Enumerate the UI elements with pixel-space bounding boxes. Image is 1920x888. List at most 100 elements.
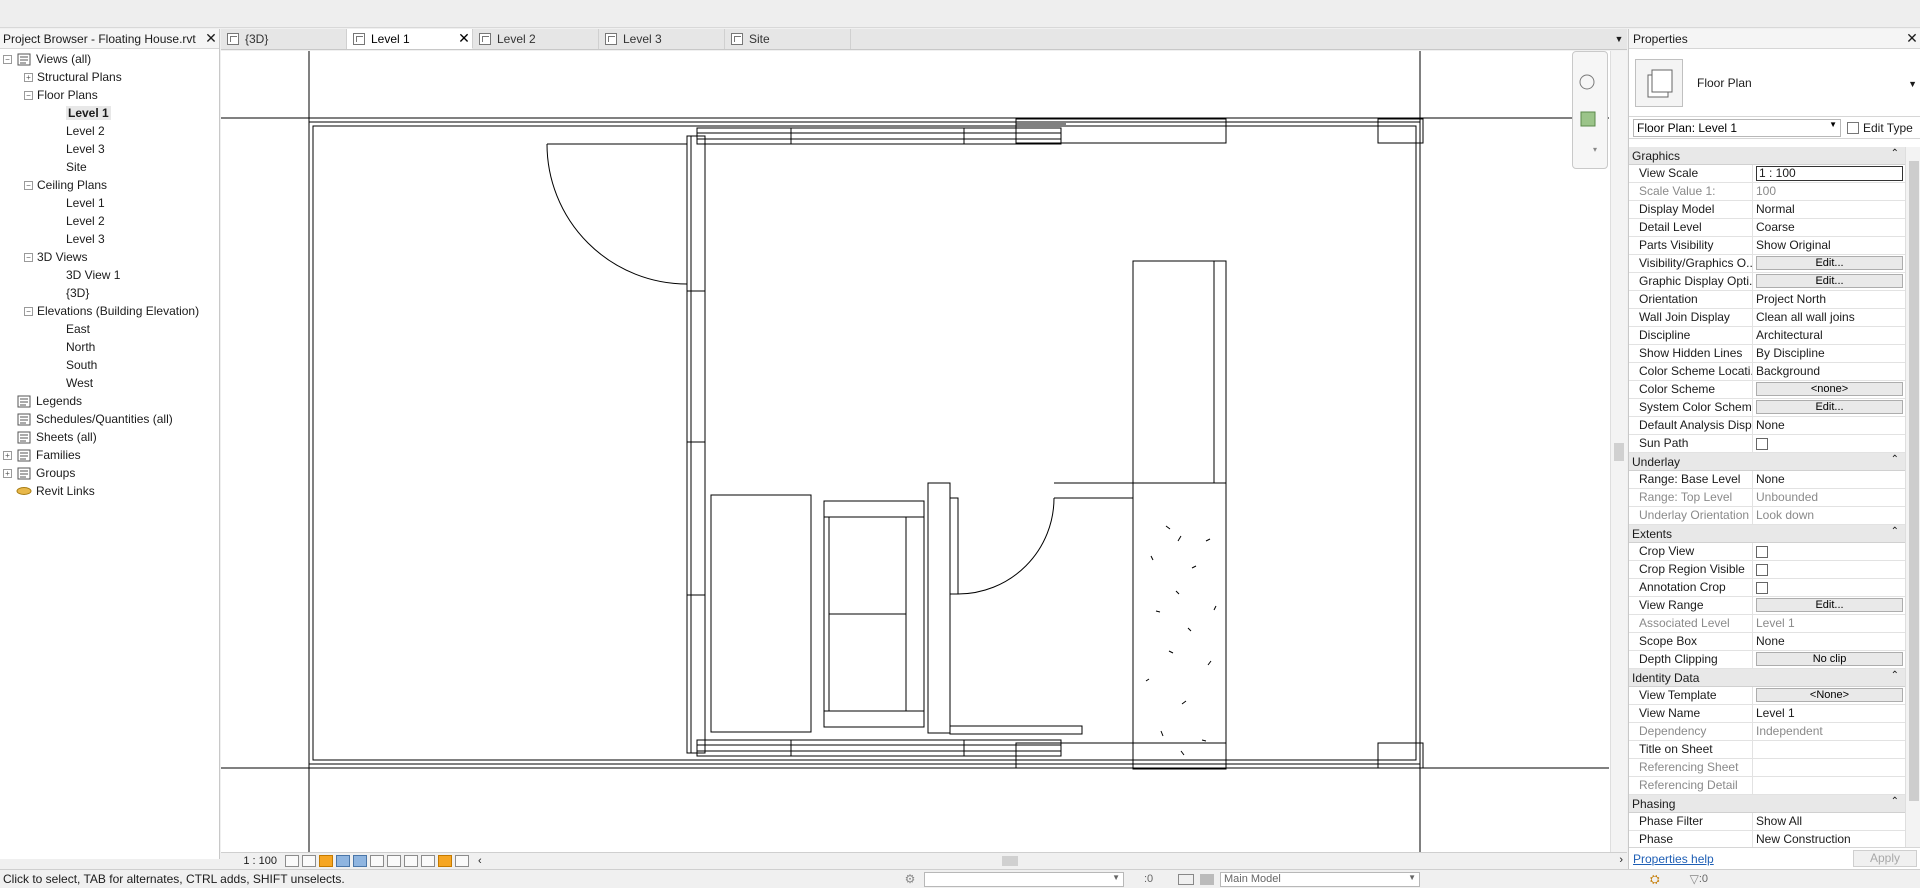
collapse-icon[interactable]: − xyxy=(3,54,12,64)
prop-value-cell[interactable]: Edit... xyxy=(1753,273,1905,290)
floor-boundary[interactable] xyxy=(308,121,1421,765)
collapse-icon[interactable]: − xyxy=(24,180,33,190)
collapse-group-icon[interactable]: ⌃ xyxy=(1891,796,1899,807)
reveal-hidden-icon[interactable] xyxy=(404,855,418,867)
prop-value-cell[interactable]: Edit... xyxy=(1753,399,1905,416)
prop-checkbox[interactable] xyxy=(1756,546,1768,558)
properties-help-link[interactable]: Properties help xyxy=(1633,852,1853,866)
tree-item-legends[interactable]: Legends xyxy=(0,392,219,410)
horizontal-scrollbar[interactable]: › xyxy=(492,853,1627,870)
prop-edit-button[interactable]: Edit... xyxy=(1756,400,1903,414)
workset-dropdown[interactable]: ▼ xyxy=(924,871,1124,887)
tree-item-level-2[interactable]: Level 2 xyxy=(0,212,219,230)
zoom-icon[interactable] xyxy=(1580,111,1596,127)
selection-tools-icon[interactable]: ⛭ xyxy=(1650,872,1660,887)
prop-value-cell[interactable]: Normal xyxy=(1753,201,1905,218)
tree-item-level-3[interactable]: Level 3 xyxy=(0,140,219,158)
prop-input[interactable]: 1 : 100 xyxy=(1756,166,1903,181)
floor-plan-drawing[interactable] xyxy=(221,51,1609,852)
group-identity-data[interactable]: Identity Data ⌃ xyxy=(1629,669,1905,687)
top-wall[interactable] xyxy=(696,127,1062,145)
prop-value-cell[interactable] xyxy=(1753,579,1905,596)
group-phasing[interactable]: Phasing ⌃ xyxy=(1629,795,1905,813)
tree-item-floor-plans[interactable]: − Floor Plans xyxy=(0,86,219,104)
prop-checkbox[interactable] xyxy=(1756,564,1768,576)
prop-value-cell[interactable]: 1 : 100 xyxy=(1753,165,1905,182)
tree-item-north[interactable]: North xyxy=(0,338,219,356)
tree-item-groups[interactable]: + Groups xyxy=(0,464,219,482)
expand-icon[interactable]: + xyxy=(24,72,33,82)
prop-checkbox[interactable] xyxy=(1756,582,1768,594)
properties-scrollbar[interactable] xyxy=(1905,147,1920,847)
collapse-group-icon[interactable]: ⌃ xyxy=(1891,454,1899,465)
tree-item-families[interactable]: + Families xyxy=(0,446,219,464)
apply-button[interactable]: Apply xyxy=(1853,850,1917,867)
tab-site[interactable]: Site xyxy=(725,29,851,49)
gravel-area[interactable] xyxy=(1132,482,1227,770)
tab-level-1[interactable]: Level 1 ✕ xyxy=(347,29,473,49)
prop-value-cell[interactable]: Architectural xyxy=(1753,327,1905,344)
bottom-wall[interactable] xyxy=(696,739,1062,757)
prop-value-cell[interactable]: By Discipline xyxy=(1753,345,1905,362)
group-graphics[interactable]: Graphics ⌃ xyxy=(1629,147,1905,165)
worksharing-icon[interactable] xyxy=(421,855,435,867)
group-extents[interactable]: Extents ⌃ xyxy=(1629,525,1905,543)
tree-item-west[interactable]: West xyxy=(0,374,219,392)
tree-item-level-1[interactable]: Level 1 xyxy=(0,194,219,212)
group-underlay[interactable]: Underlay ⌃ xyxy=(1629,453,1905,471)
collapse-group-icon[interactable]: ⌃ xyxy=(1891,670,1899,681)
model-dropdown[interactable]: Main Model ▼ xyxy=(1220,871,1420,887)
prop-value-cell[interactable] xyxy=(1753,741,1905,758)
prop-value-cell[interactable]: New Construction xyxy=(1753,831,1905,847)
prop-value-cell[interactable] xyxy=(1753,435,1905,452)
prop-edit-button[interactable]: Edit... xyxy=(1756,256,1903,270)
prop-edit-button[interactable]: <none> xyxy=(1756,382,1903,396)
type-selector[interactable]: Floor Plan ▼ xyxy=(1629,49,1920,117)
tree-item-level-2[interactable]: Level 2 xyxy=(0,122,219,140)
crop-region-icon[interactable] xyxy=(370,855,384,867)
prop-edit-button[interactable]: No clip xyxy=(1756,652,1903,666)
collapse-icon[interactable]: − xyxy=(24,90,33,100)
scroll-left-icon[interactable]: ‹ xyxy=(478,855,482,867)
prop-edit-button[interactable]: Edit... xyxy=(1756,598,1903,612)
design-options-icon[interactable] xyxy=(438,855,452,867)
temporary-hide-icon[interactable] xyxy=(387,855,401,867)
tree-item-views-all[interactable]: − Views (all) xyxy=(0,50,219,68)
sun-path-icon[interactable] xyxy=(319,855,333,867)
close-icon[interactable]: ✕ xyxy=(1904,30,1920,47)
edit-type-button[interactable]: Edit Type xyxy=(1847,121,1913,135)
collapse-group-icon[interactable]: ⌃ xyxy=(1891,148,1899,159)
prop-value-cell[interactable]: <None> xyxy=(1753,687,1905,704)
prop-value-cell[interactable]: Show All xyxy=(1753,813,1905,830)
prop-value-cell[interactable]: Project North xyxy=(1753,291,1905,308)
prop-value-cell[interactable]: None xyxy=(1753,471,1905,488)
collapse-icon[interactable]: − xyxy=(24,252,33,262)
instance-selector[interactable]: Floor Plan: Level 1 ▼ xyxy=(1633,118,1841,137)
tree-item-elevations-building-elevation[interactable]: − Elevations (Building Elevation) xyxy=(0,302,219,320)
tree-item-3d-views[interactable]: −3D Views xyxy=(0,248,219,266)
tree-item-level-3[interactable]: Level 3 xyxy=(0,230,219,248)
drawing-area[interactable]: ▾ xyxy=(221,51,1627,852)
editing-requests-icon[interactable] xyxy=(1178,873,1194,885)
tree-item-level-1[interactable]: Level 1 xyxy=(0,104,219,122)
prop-edit-button[interactable]: <None> xyxy=(1756,688,1903,702)
prop-value-cell[interactable]: None xyxy=(1753,417,1905,434)
prop-value-cell[interactable]: Clean all wall joins xyxy=(1753,309,1905,326)
prop-value-cell[interactable]: Background xyxy=(1753,363,1905,380)
expand-icon[interactable]: + xyxy=(3,468,12,478)
tree-item-ceiling-plans[interactable]: − Ceiling Plans xyxy=(0,176,219,194)
tree-item-site[interactable]: Site xyxy=(0,158,219,176)
prop-value-cell[interactable] xyxy=(1753,561,1905,578)
design-option-icon[interactable] xyxy=(1200,873,1214,885)
crop-view-icon[interactable] xyxy=(353,855,367,867)
tree-item-structural-plans[interactable]: + Structural Plans xyxy=(0,68,219,86)
view-scale[interactable]: 1 : 100 xyxy=(221,855,285,867)
analytical-model-icon[interactable] xyxy=(455,855,469,867)
tab-menu-icon[interactable]: ▼ xyxy=(1611,29,1627,49)
prop-value-cell[interactable]: <none> xyxy=(1753,381,1905,398)
prop-value-cell[interactable]: Edit... xyxy=(1753,597,1905,614)
collapse-group-icon[interactable]: ⌃ xyxy=(1891,526,1899,537)
prop-value-cell[interactable]: None xyxy=(1753,633,1905,650)
prop-value-cell[interactable]: Show Original xyxy=(1753,237,1905,254)
tab-level-3[interactable]: Level 3 xyxy=(599,29,725,49)
